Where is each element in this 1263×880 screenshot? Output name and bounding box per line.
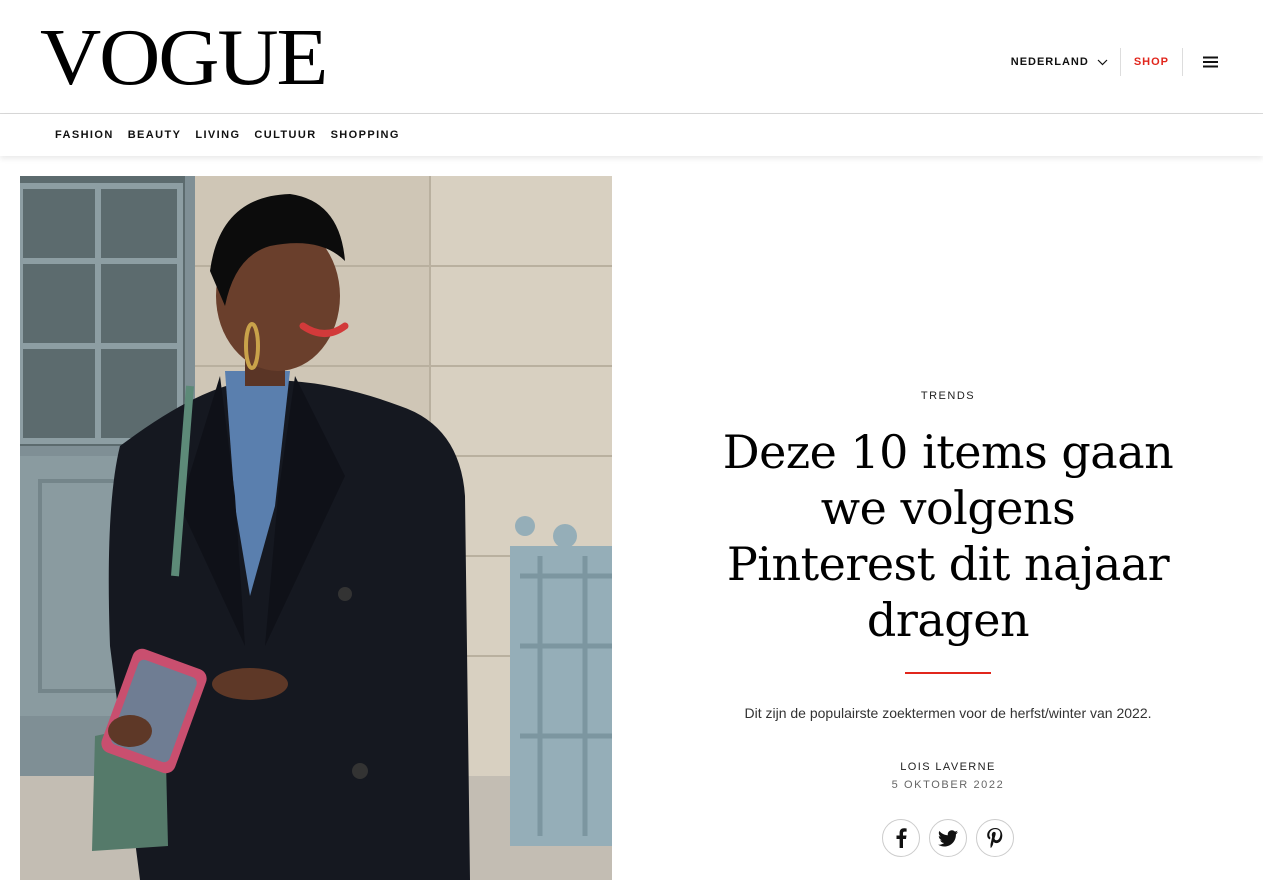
headline-line: we volgens: [820, 481, 1076, 535]
facebook-icon: [896, 828, 907, 848]
pinterest-icon: [987, 828, 1003, 848]
article-date: 5 OKTOBER 2022: [891, 779, 1005, 791]
nav-item-fashion[interactable]: FASHION: [55, 129, 114, 141]
main-nav: FASHION BEAUTY LIVING CULTUUR SHOPPING: [0, 114, 1263, 156]
share-buttons: [690, 819, 1206, 857]
region-selector[interactable]: NEDERLAND: [1011, 56, 1120, 68]
share-facebook-button[interactable]: [882, 819, 920, 857]
headline-line: Pinterest dit najaar: [726, 537, 1170, 591]
article-header: TRENDS Deze 10 items gaan we volgens Pin…: [690, 390, 1206, 857]
vogue-logo[interactable]: VOGUE: [40, 8, 328, 108]
share-twitter-button[interactable]: [929, 819, 967, 857]
nav-item-shopping[interactable]: SHOPPING: [331, 129, 400, 141]
nav-item-living[interactable]: LIVING: [195, 129, 240, 141]
hamburger-menu-icon: [1203, 56, 1218, 68]
headline-line: Deze 10 items gaan: [722, 425, 1174, 479]
share-pinterest-button[interactable]: [976, 819, 1014, 857]
menu-button[interactable]: [1183, 56, 1218, 68]
hero-photo-illustration: [20, 176, 612, 880]
nav-item-beauty[interactable]: BEAUTY: [128, 129, 182, 141]
headline-line: dragen: [866, 593, 1030, 647]
article-author[interactable]: LOIS LAVERNE: [690, 761, 1206, 773]
nav-item-cultuur[interactable]: CULTUUR: [254, 129, 316, 141]
article-dek: Dit zijn de populairste zoektermen voor …: [744, 705, 1152, 721]
chevron-down-icon: [1097, 59, 1108, 65]
site-header: VOGUE NEDERLAND SHOP: [0, 0, 1263, 114]
region-label: NEDERLAND: [1010, 56, 1089, 68]
article-headline: Deze 10 items gaan we volgens Pinterest …: [690, 424, 1206, 648]
shop-link[interactable]: SHOP: [1121, 56, 1182, 68]
header-utilities: NEDERLAND SHOP: [1011, 46, 1218, 78]
article-rubric[interactable]: TRENDS: [690, 390, 1206, 402]
hero-image: [20, 176, 612, 880]
headline-divider: [905, 672, 991, 674]
twitter-icon: [938, 829, 958, 846]
